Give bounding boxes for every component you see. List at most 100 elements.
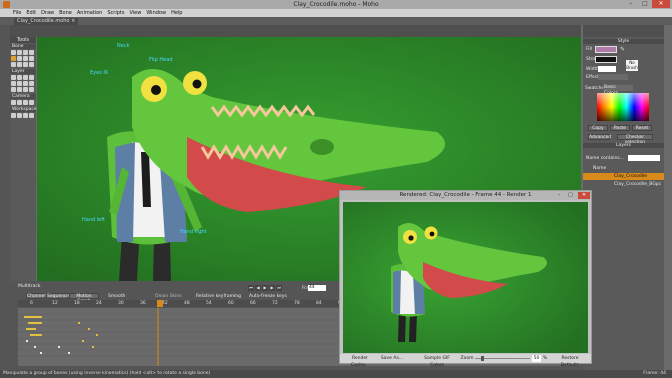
rotate-bone-tool-icon[interactable] xyxy=(29,50,34,55)
bone-label-hand-left[interactable]: Hand left xyxy=(82,217,105,223)
save-as-button[interactable]: Save As... xyxy=(380,355,404,362)
maximize-button[interactable]: □ xyxy=(638,0,652,8)
bone-label-flip-head[interactable]: Flip Head xyxy=(149,57,173,63)
playback-controls: ⏮ ◀ ▶ ▶ ⏭ xyxy=(248,285,282,291)
transform-layer-tool-icon[interactable] xyxy=(23,87,28,92)
effect-dropdown[interactable] xyxy=(598,74,628,80)
zoom-field[interactable]: 50 xyxy=(532,355,541,362)
zoom-camera-tool-icon[interactable] xyxy=(17,100,22,105)
menu-animation[interactable]: Animation xyxy=(77,9,103,17)
render-cache-button[interactable]: Render Cache... xyxy=(343,355,377,368)
color-swatches-grid[interactable] xyxy=(597,93,649,121)
paste-style-button[interactable]: Paste xyxy=(610,125,630,131)
scale-layer-tool-icon[interactable] xyxy=(23,75,28,80)
add-bone-tool-icon[interactable] xyxy=(23,56,28,61)
menu-view[interactable]: View xyxy=(129,9,141,17)
menu-window[interactable]: Window xyxy=(146,9,166,17)
menu-edit[interactable]: Edit xyxy=(26,9,36,17)
layer-filter-label: Name contains... xyxy=(586,156,625,161)
menu-scripts[interactable]: Scripts xyxy=(107,9,124,17)
rotate-layer-tool-icon[interactable] xyxy=(29,75,34,80)
bind-points-tool-icon[interactable] xyxy=(29,62,34,67)
layer-selector-tool-icon[interactable] xyxy=(17,87,22,92)
bone-strength-tool-icon[interactable] xyxy=(17,56,22,61)
layer-row[interactable]: Clay_Crocodile_BGpc xyxy=(583,181,664,188)
checker-selection-button[interactable]: Checker selection xyxy=(617,134,653,145)
no-brush-button[interactable]: No Brush xyxy=(626,60,638,71)
menu-help[interactable]: Help xyxy=(171,9,182,17)
flip-layer-tool-icon[interactable] xyxy=(17,81,22,86)
select-bone-tool-icon[interactable] xyxy=(11,50,16,55)
orbit-layer-tool-icon[interactable] xyxy=(29,87,34,92)
menu-file[interactable]: File xyxy=(13,9,21,17)
minimize-button[interactable]: – xyxy=(624,0,638,8)
stroke-color-swatch[interactable] xyxy=(595,56,617,63)
dialog-minimize-button[interactable]: – xyxy=(558,192,567,199)
track-camera-tool-icon[interactable] xyxy=(11,100,16,105)
layer-row[interactable]: Clay_Crocodile xyxy=(583,173,664,180)
rewind-icon[interactable]: ⏮ xyxy=(248,285,254,291)
smooth-dropdown[interactable]: Smooth xyxy=(108,294,125,299)
roll-camera-tool-icon[interactable] xyxy=(23,100,28,105)
frame-tick-label: 72 xyxy=(272,301,278,306)
particle-layer-tool-icon[interactable] xyxy=(29,81,34,86)
swatches-dropdown[interactable]: Basic Colors... xyxy=(603,85,633,96)
menu-bone[interactable]: Bone xyxy=(59,9,72,17)
zoom-percent-label: % xyxy=(542,356,548,361)
layer-filter-input[interactable] xyxy=(628,155,660,161)
manipulate-bones-tool-icon[interactable] xyxy=(11,56,16,61)
tab-sequencer[interactable]: Sequencer xyxy=(46,293,71,299)
bone-physics-tool-icon[interactable] xyxy=(11,62,16,67)
bone-label-neck[interactable]: Neck xyxy=(117,43,129,49)
rotate-workspace-tool-icon[interactable] xyxy=(23,113,28,118)
current-frame-marker[interactable] xyxy=(157,300,163,307)
translate-bone-tool-icon[interactable] xyxy=(17,50,22,55)
onion-skins-button[interactable]: Onion Skins xyxy=(155,294,182,299)
pan-workspace-tool-icon[interactable] xyxy=(11,113,16,118)
brush-icon[interactable]: ✎ xyxy=(620,46,625,53)
dialog-maximize-button[interactable]: □ xyxy=(568,192,577,199)
frame-tick-label: 24 xyxy=(96,301,102,306)
bone-label-eyes-ik[interactable]: Eyes IK xyxy=(90,70,108,76)
reparent-bone-tool-icon[interactable] xyxy=(29,56,34,61)
step-back-icon[interactable]: ◀ xyxy=(255,285,261,291)
pan-tilt-camera-tool-icon[interactable] xyxy=(29,100,34,105)
restore-defaults-button[interactable]: Restore Defaults xyxy=(552,355,588,368)
layer-tools xyxy=(10,74,36,93)
tab-channels[interactable]: Channels xyxy=(26,293,48,299)
dialog-close-button[interactable]: ✕ xyxy=(578,192,590,199)
workspace-tools xyxy=(10,112,36,119)
right-panel-toolbar xyxy=(583,25,664,37)
document-tab[interactable]: Clay_Crocodile.moho × xyxy=(14,18,79,25)
tools-panel: Tools Bone Layer Camera Workspace xyxy=(10,37,37,287)
switch-layer-tool-icon[interactable] xyxy=(23,81,28,86)
step-forward-icon[interactable]: ▶ xyxy=(269,285,275,291)
reset-style-button[interactable]: Reset xyxy=(632,125,652,131)
relative-keyframing-checkbox[interactable]: Relative keyframing xyxy=(196,294,241,299)
fast-forward-icon[interactable]: ⏭ xyxy=(276,285,282,291)
frame-field[interactable]: 44 xyxy=(308,285,326,291)
translate-layer-tool-icon[interactable] xyxy=(17,75,22,80)
tab-motion-graph[interactable]: Motion Graph xyxy=(69,293,99,304)
frame-tick-label: 6 xyxy=(30,301,33,306)
fill-color-swatch[interactable] xyxy=(595,46,617,53)
scale-bone-tool-icon[interactable] xyxy=(23,50,28,55)
zoom-slider-handle[interactable] xyxy=(481,356,484,361)
bind-layer-tool-icon[interactable] xyxy=(23,62,28,67)
play-icon[interactable]: ▶ xyxy=(262,285,268,291)
eyedropper-tool-icon[interactable] xyxy=(11,87,16,92)
width-field[interactable] xyxy=(598,66,616,72)
sample-gif-colors-button[interactable]: Sample GIF Colors xyxy=(418,355,456,368)
set-origin-tool-icon[interactable] xyxy=(11,75,16,80)
shear-layer-tool-icon[interactable] xyxy=(11,81,16,86)
copy-style-button[interactable]: Copy xyxy=(588,125,608,131)
menu-draw[interactable]: Draw xyxy=(41,9,54,17)
close-button[interactable]: ✕ xyxy=(652,0,670,8)
zoom-workspace-tool-icon[interactable] xyxy=(17,113,22,118)
multitrack-tab[interactable]: Multitrack xyxy=(18,284,40,289)
offset-bone-tool-icon[interactable] xyxy=(17,62,22,67)
advanced-style-button[interactable]: Advanced xyxy=(588,134,611,140)
auto-freeze-keys-checkbox[interactable]: Auto-freeze keys xyxy=(249,294,287,299)
bone-label-hand-right[interactable]: Hand right xyxy=(180,229,207,235)
orbit-workspace-tool-icon[interactable] xyxy=(29,113,34,118)
